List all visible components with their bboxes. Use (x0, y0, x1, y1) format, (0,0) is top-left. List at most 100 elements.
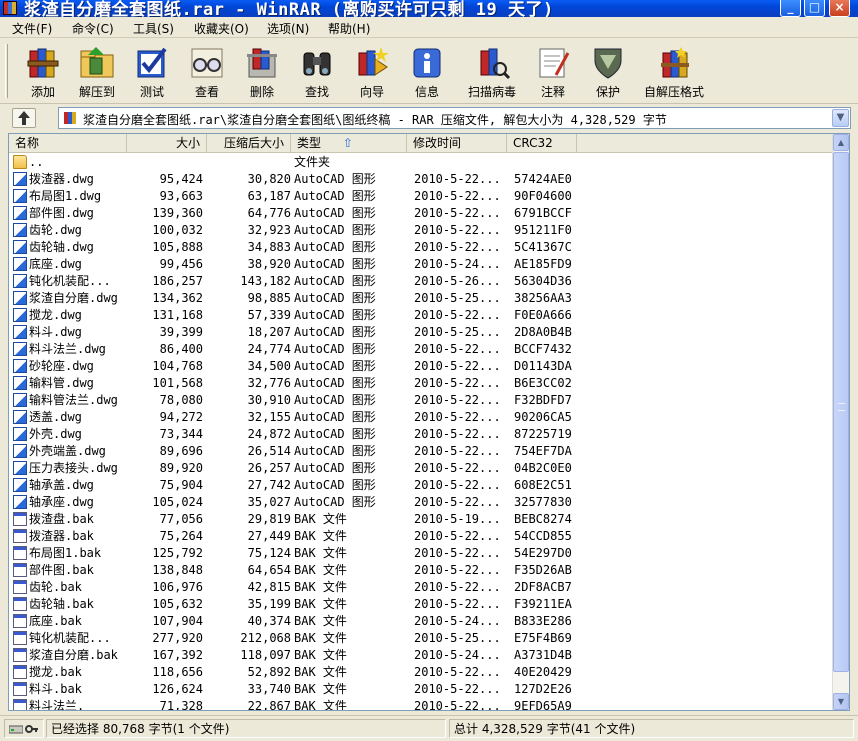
menu-help[interactable]: 帮助(H) (328, 20, 370, 37)
vertical-scrollbar[interactable]: ▲ ▼ (832, 134, 849, 710)
find-button[interactable]: 查找 (286, 41, 348, 101)
column-header-type[interactable]: 类型 ⇧ (291, 134, 407, 153)
file-modified: 2010-5-24... (414, 257, 501, 271)
file-crc: D01143DA (514, 359, 572, 373)
menu-options[interactable]: 选项(N) (267, 20, 309, 37)
view-button[interactable]: 查看 (176, 41, 238, 101)
file-row[interactable]: 料斗.bak 126,624 33,740 BAK 文件 2010-5-22... 127… (9, 681, 832, 698)
scroll-up-button[interactable]: ▲ (833, 134, 849, 151)
file-name: 浆渣自分磨.dwg (29, 291, 118, 305)
winrar-app-icon[interactable] (3, 1, 17, 15)
file-row[interactable]: 布局图1.bak 125,792 75,124 BAK 文件 2010-5-22... 5… (9, 545, 832, 562)
column-header-packed[interactable]: 压缩后大小 (207, 134, 291, 153)
file-row[interactable]: 齿轮.bak 106,976 42,815 BAK 文件 2010-5-22... 2DF… (9, 579, 832, 596)
wizard-button[interactable]: 向导 (341, 41, 403, 101)
file-row[interactable]: 压力表接头.dwg 89,920 26,257 AutoCAD 图形 2010-5-22… (9, 460, 832, 477)
file-name: 布局图1.dwg (29, 189, 102, 203)
view-label: 查看 (194, 85, 219, 99)
file-row[interactable]: 齿轮轴.dwg 105,888 34,883 AutoCAD 图形 2010-5-22.… (9, 239, 832, 256)
file-crc: 38256AA3 (514, 291, 572, 305)
menu-file[interactable]: 文件(F) (12, 20, 52, 37)
dwg-file-icon (13, 172, 27, 186)
menu-tools[interactable]: 工具(S) (133, 20, 174, 37)
scroll-down-button[interactable]: ▼ (833, 693, 849, 710)
column-header-name[interactable]: 名称 (9, 134, 127, 153)
drive-icon[interactable] (9, 724, 23, 734)
title-bar[interactable]: 浆渣自分磨全套图纸.rar - WinRAR (离购买许可只剩 19 天了) _… (0, 0, 858, 17)
file-row[interactable]: 轴承盖.dwg 75,904 27,742 AutoCAD 图形 2010-5-22..… (9, 477, 832, 494)
file-row[interactable]: 输料管法兰.dwg 78,080 30,910 AutoCAD 图形 2010-5-22… (9, 392, 832, 409)
up-folder-button[interactable] (12, 108, 36, 128)
file-type: BAK 文件 (294, 529, 347, 543)
minimize-button[interactable]: _ (780, 0, 801, 17)
column-header-size[interactable]: 大小 (127, 134, 207, 153)
file-packed-size: 32,923 (247, 223, 291, 237)
delete-button[interactable]: 删除 (231, 41, 293, 101)
status-icons-pane (4, 719, 44, 738)
file-type: AutoCAD 图形 (294, 461, 376, 475)
info-button[interactable]: 信息 (396, 41, 458, 101)
file-row[interactable]: 透盖.dwg 94,272 32,155 AutoCAD 图形 2010-5-22...… (9, 409, 832, 426)
file-packed-size: 57,339 (247, 308, 291, 322)
file-modified: 2010-5-22... (414, 410, 501, 424)
file-row[interactable]: 外壳端盖.dwg 89,696 26,514 AutoCAD 图形 2010-5-22.… (9, 443, 832, 460)
file-row[interactable]: 拨渣器.dwg 95,424 30,820 AutoCAD 图形 2010-5-22..… (9, 171, 832, 188)
file-row[interactable]: 拨渣器.bak 75,264 27,449 BAK 文件 2010-5-22... 54C… (9, 528, 832, 545)
file-type: AutoCAD 图形 (294, 444, 376, 458)
extract-to-button[interactable]: 解压到 (66, 41, 128, 101)
test-button[interactable]: 测试 (121, 41, 183, 101)
path-dropdown-button[interactable]: ▼ (832, 109, 849, 127)
file-row[interactable]: 齿轮轴.bak 105,632 35,199 BAK 文件 2010-5-22... F3… (9, 596, 832, 613)
file-packed-size: 22,867 (247, 699, 291, 711)
file-row[interactable]: 齿轮.dwg 100,032 32,923 AutoCAD 图形 2010-5-22..… (9, 222, 832, 239)
file-row[interactable]: 料斗.dwg 39,399 18,207 AutoCAD 图形 2010-5-25...… (9, 324, 832, 341)
file-name: 底座.bak (29, 614, 82, 628)
file-name: 钝化机装配... (29, 274, 111, 288)
file-row[interactable]: 底座.dwg 99,456 38,920 AutoCAD 图形 2010-5-24...… (9, 256, 832, 273)
file-row[interactable]: 底座.bak 107,904 40,374 BAK 文件 2010-5-24... B83… (9, 613, 832, 630)
file-row[interactable]: 输料管.dwg 101,568 32,776 AutoCAD 图形 2010-5-22.… (9, 375, 832, 392)
file-row[interactable]: 钝化机装配... 186,257 143,182 AutoCAD 图形 2010-5-2… (9, 273, 832, 290)
menu-favorites[interactable]: 收藏夹(O) (194, 20, 249, 37)
file-row[interactable]: 搅龙.bak 118,656 52,892 BAK 文件 2010-5-22... 40E… (9, 664, 832, 681)
rar-archive-icon (64, 112, 76, 124)
file-row[interactable]: 砂轮座.dwg 104,768 34,500 AutoCAD 图形 2010-5-22.… (9, 358, 832, 375)
file-row[interactable]: 料斗法兰.dwg 86,400 24,774 AutoCAD 图形 2010-5-22.… (9, 341, 832, 358)
comment-button[interactable]: 注释 (522, 41, 584, 101)
file-name: 钝化机装配... (29, 631, 111, 645)
file-row[interactable]: 外壳.dwg 73,344 24,872 AutoCAD 图形 2010-5-22...… (9, 426, 832, 443)
column-header-modified[interactable]: 修改时间 (407, 134, 507, 153)
toolbar-grip[interactable] (5, 44, 8, 98)
file-row[interactable]: 搅龙.dwg 131,168 57,339 AutoCAD 图形 2010-5-22..… (9, 307, 832, 324)
file-list[interactable]: 名称 大小 压缩后大小 类型 ⇧ 修改时间 CRC32 .. 文件夹 拨渣器.dwg… (8, 133, 850, 711)
file-row[interactable]: 浆渣自分磨.bak 167,392 118,097 BAK 文件 2010-5-24..… (9, 647, 832, 664)
file-row[interactable]: 轴承座.dwg 105,024 35,027 AutoCAD 图形 2010-5-22.… (9, 494, 832, 511)
file-row[interactable]: 部件图.dwg 139,360 64,776 AutoCAD 图形 2010-5-22.… (9, 205, 832, 222)
menu-commands[interactable]: 命令(C) (72, 20, 114, 37)
file-row[interactable]: 料斗法兰. 71,328 22,867 BAK 文件 2010-5-22... 9EFD6… (9, 698, 832, 711)
file-row[interactable]: 拨渣盘.bak 77,056 29,819 BAK 文件 2010-5-19... BEB… (9, 511, 832, 528)
file-packed-size: 75,124 (247, 546, 291, 560)
file-name: 外壳端盖.dwg (29, 444, 106, 458)
file-row[interactable]: 浆渣自分磨.dwg 134,362 98,885 AutoCAD 图形 2010-5-2… (9, 290, 832, 307)
key-icon[interactable] (25, 724, 39, 734)
file-type: BAK 文件 (294, 648, 347, 662)
file-row[interactable]: 部件图.bak 138,848 64,654 BAK 文件 2010-5-22... F3… (9, 562, 832, 579)
close-button[interactable]: × (829, 0, 850, 17)
protect-button[interactable]: 保护 (577, 41, 639, 101)
file-row[interactable]: 布局图1.dwg 93,663 63,187 AutoCAD 图形 2010-5-22.… (9, 188, 832, 205)
path-field[interactable]: 浆渣自分磨全套图纸.rar\浆渣自分磨全套图纸\图纸终稿 - RAR 压缩文件,… (58, 107, 851, 129)
maximize-button[interactable]: □ (804, 0, 825, 17)
file-row[interactable]: .. 文件夹 (9, 154, 832, 171)
folder-icon (13, 155, 27, 169)
scroll-thumb[interactable] (833, 152, 849, 672)
sort-ascending-icon: ⇧ (342, 136, 353, 150)
column-header-crc[interactable]: CRC32 (507, 134, 577, 153)
file-modified: 2010-5-22... (414, 597, 501, 611)
file-type: AutoCAD 图形 (294, 291, 376, 305)
virus-scan-button[interactable]: 扫描病毒 (461, 41, 523, 101)
sfx-button[interactable]: 自解压格式 (643, 41, 705, 101)
file-row[interactable]: 钝化机装配... 277,920 212,068 BAK 文件 2010-5-25...… (9, 630, 832, 647)
file-packed-size: 63,187 (247, 189, 291, 203)
add-button[interactable]: 添加 (12, 41, 74, 101)
